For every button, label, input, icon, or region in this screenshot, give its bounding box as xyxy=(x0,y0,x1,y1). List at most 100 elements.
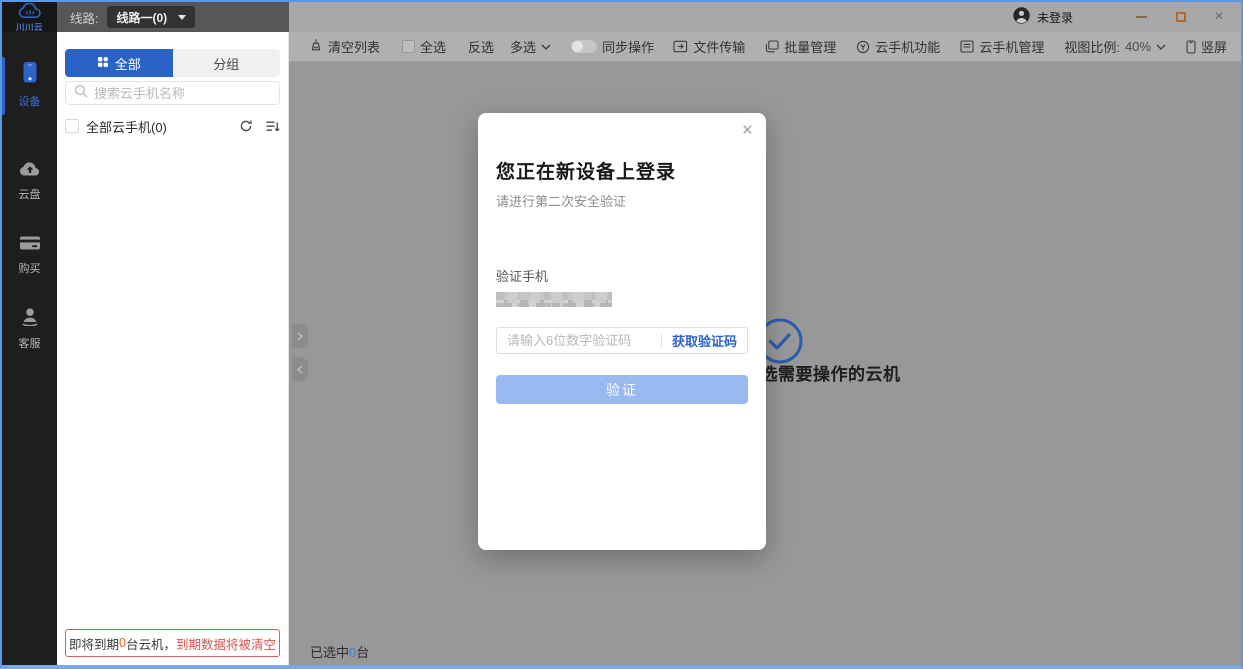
sidebar-item-support[interactable]: 客服 xyxy=(2,307,57,351)
verification-code-row: 获取验证码 xyxy=(496,327,748,354)
sidebar-item-label: 设备 xyxy=(19,93,41,109)
sidebar-item-label: 云盘 xyxy=(19,186,41,202)
chevron-right-icon xyxy=(297,332,303,341)
file-transfer-button[interactable]: 文件传输 xyxy=(673,37,745,56)
modal-close-icon[interactable]: × xyxy=(742,121,753,141)
modal-subtitle: 请进行第二次安全验证 xyxy=(496,191,748,210)
expire-middle: 台云机， xyxy=(126,634,176,653)
multi-select-label: 多选 xyxy=(510,37,536,56)
clear-list-label: 清空列表 xyxy=(328,37,380,56)
expire-prefix: 即将到期 xyxy=(69,634,119,653)
tab-all[interactable]: 全部 xyxy=(65,49,173,77)
phone-label: 验证手机 xyxy=(496,266,748,285)
sync-operation-toggle[interactable]: 同步操作 xyxy=(571,37,654,56)
app-window: 川川云 线路: 线路一(0) 未登录 × xyxy=(0,0,1243,669)
app-logo: 川川云 xyxy=(2,2,57,32)
cloud-disk-icon xyxy=(18,160,42,182)
view-scale-label: 视图比例: xyxy=(1064,37,1120,56)
masked-phone-number xyxy=(496,292,612,307)
status-suffix: 台 xyxy=(356,645,369,660)
chevron-down-icon xyxy=(541,44,551,50)
invert-select-button[interactable]: 反选 xyxy=(468,37,494,56)
all-devices-checkbox[interactable] xyxy=(65,119,79,133)
phone-features-label: 云手机功能 xyxy=(875,37,940,56)
chevron-down-icon xyxy=(178,15,186,20)
user-account[interactable]: 未登录 xyxy=(1013,7,1073,27)
device-icon xyxy=(20,61,40,89)
panel-expand-handle[interactable] xyxy=(292,324,308,348)
search-box xyxy=(65,81,280,105)
sidebar-item-purchase[interactable]: 购买 xyxy=(2,235,57,276)
grid-icon xyxy=(97,56,109,71)
verify-button[interactable]: 验证 xyxy=(496,375,748,404)
expire-notice: 即将到期0台云机，到期数据将被清空 xyxy=(65,629,280,657)
file-transfer-icon xyxy=(673,40,688,53)
line-selector-area: 线路: 线路一(0) xyxy=(57,2,289,32)
select-all-control[interactable]: 全选 xyxy=(402,37,446,56)
modal-title: 您正在新设备上登录 xyxy=(496,157,748,184)
maximize-icon xyxy=(1176,12,1186,22)
purchase-icon xyxy=(19,235,41,256)
batch-manage-button[interactable]: 批量管理 xyxy=(765,37,836,56)
support-icon xyxy=(20,307,40,331)
all-devices-row: 全部云手机(0) xyxy=(65,115,280,137)
phone-manage-button[interactable]: 云手机管理 xyxy=(960,37,1044,56)
verification-code-input[interactable] xyxy=(497,333,661,348)
line-label: 线路: xyxy=(70,8,98,27)
phone-features-icon xyxy=(856,40,870,54)
select-all-label: 全选 xyxy=(420,37,446,56)
phone-manage-icon xyxy=(960,40,974,53)
sidebar-item-devices[interactable]: 设备 xyxy=(2,61,57,109)
batch-manage-label: 批量管理 xyxy=(784,37,836,56)
close-window-button[interactable]: × xyxy=(1209,7,1229,27)
portrait-label: 竖屏 xyxy=(1201,37,1227,56)
toggle-off-icon[interactable] xyxy=(571,40,597,53)
panel-collapse-handle[interactable] xyxy=(292,357,308,381)
titlebar: 川川云 线路: 线路一(0) 未登录 × xyxy=(2,2,1241,32)
sync-operation-label: 同步操作 xyxy=(602,37,654,56)
minimize-icon xyxy=(1136,16,1147,18)
select-all-checkbox[interactable] xyxy=(402,40,415,53)
avatar xyxy=(1013,7,1030,27)
multi-select-button[interactable]: 多选 xyxy=(510,37,551,56)
selection-status: 已选中0台 xyxy=(310,642,369,661)
phone-manage-label: 云手机管理 xyxy=(979,37,1044,56)
all-devices-label: 全部云手机(0) xyxy=(86,117,167,136)
main-toolbar: 清空列表 全选 反选 多选 同步操作 文件传输 xyxy=(289,32,1241,62)
sidebar-item-label: 客服 xyxy=(19,335,41,351)
sidebar-item-cloud-disk[interactable]: 云盘 xyxy=(2,160,57,202)
search-input[interactable] xyxy=(94,86,271,101)
cloud-logo-icon xyxy=(17,3,43,24)
chevron-down-icon xyxy=(1156,44,1166,50)
login-status-label: 未登录 xyxy=(1037,9,1073,26)
search-icon xyxy=(74,84,88,103)
sidebar: 设备 云盘 购买 xyxy=(2,32,57,665)
list-tabs: 全部 分组 xyxy=(65,49,280,77)
phone-features-button[interactable]: 云手机功能 xyxy=(856,37,940,56)
toolbar-right-group: 文件传输 批量管理 云手机功能 云手机管理 xyxy=(673,37,1227,56)
clear-list-button[interactable]: 清空列表 xyxy=(309,37,380,56)
line-selector[interactable]: 线路一(0) xyxy=(107,6,195,28)
get-code-button[interactable]: 获取验证码 xyxy=(662,331,747,350)
expire-warning: 到期数据将被清空 xyxy=(176,634,276,653)
titlebar-right: 未登录 × xyxy=(289,2,1241,32)
tab-label: 全部 xyxy=(115,54,141,73)
broom-icon xyxy=(309,38,323,55)
sort-button[interactable] xyxy=(265,120,280,133)
portrait-mode-button[interactable]: 竖屏 xyxy=(1186,37,1227,56)
close-icon: × xyxy=(1214,9,1223,25)
brand-name: 川川云 xyxy=(16,24,43,31)
refresh-button[interactable] xyxy=(239,119,253,133)
status-prefix: 已选中 xyxy=(310,645,349,660)
invert-select-label: 反选 xyxy=(468,37,494,56)
tab-groups[interactable]: 分组 xyxy=(173,49,281,77)
batch-manage-icon xyxy=(765,40,779,53)
portrait-icon xyxy=(1186,40,1196,54)
maximize-button[interactable] xyxy=(1171,7,1191,27)
file-transfer-label: 文件传输 xyxy=(693,37,745,56)
minimize-button[interactable] xyxy=(1131,7,1151,27)
chevron-left-icon xyxy=(297,365,303,374)
sidebar-item-label: 购买 xyxy=(19,260,41,276)
view-scale-control[interactable]: 视图比例: 40% xyxy=(1064,37,1166,56)
expire-count: 0 xyxy=(119,636,126,650)
